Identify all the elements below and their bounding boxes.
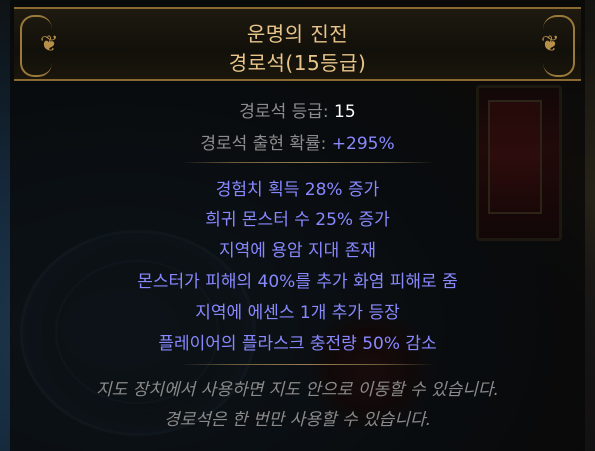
usage-hint: 지도 장치에서 사용하면 지도 안으로 이동할 수 있습니다. (96, 380, 499, 400)
separator (180, 162, 435, 163)
mod-line: 지역에 용암 지대 존재 (219, 241, 376, 261)
property-value: 15 (334, 102, 356, 122)
item-name: 운명의 진전 (246, 22, 349, 46)
mod-line: 지역에 에센스 1개 추가 등장 (195, 303, 400, 323)
property-tier: 경로석 등급: 15 (14, 97, 581, 122)
property-label: 경로석 출현 확률: (200, 134, 332, 154)
header-ornament-right-icon: ❦ (541, 32, 560, 57)
separator (180, 364, 435, 365)
mod-line: 몬스터가 피해의 40%를 추가 화염 피해로 줌 (137, 272, 458, 292)
item-header: ❦ ❦ 운명의 진전 경로석(15등급) (14, 7, 581, 81)
property-value: +295% (331, 134, 395, 154)
item-base-type: 경로석(15등급) (228, 51, 367, 75)
mod-line: 경험치 획득 28% 증가 (215, 180, 380, 200)
mod-line: 희귀 몬스터 수 25% 증가 (205, 210, 390, 230)
mod-line: 플레이어의 플라스크 충전량 50% 감소 (158, 334, 437, 354)
property-label: 경로석 등급: (239, 102, 335, 122)
property-item-quantity: 경로석 출현 확률: +295% (14, 129, 581, 154)
usage-hint: 경로석은 한 번만 사용할 수 있습니다. (163, 410, 432, 430)
